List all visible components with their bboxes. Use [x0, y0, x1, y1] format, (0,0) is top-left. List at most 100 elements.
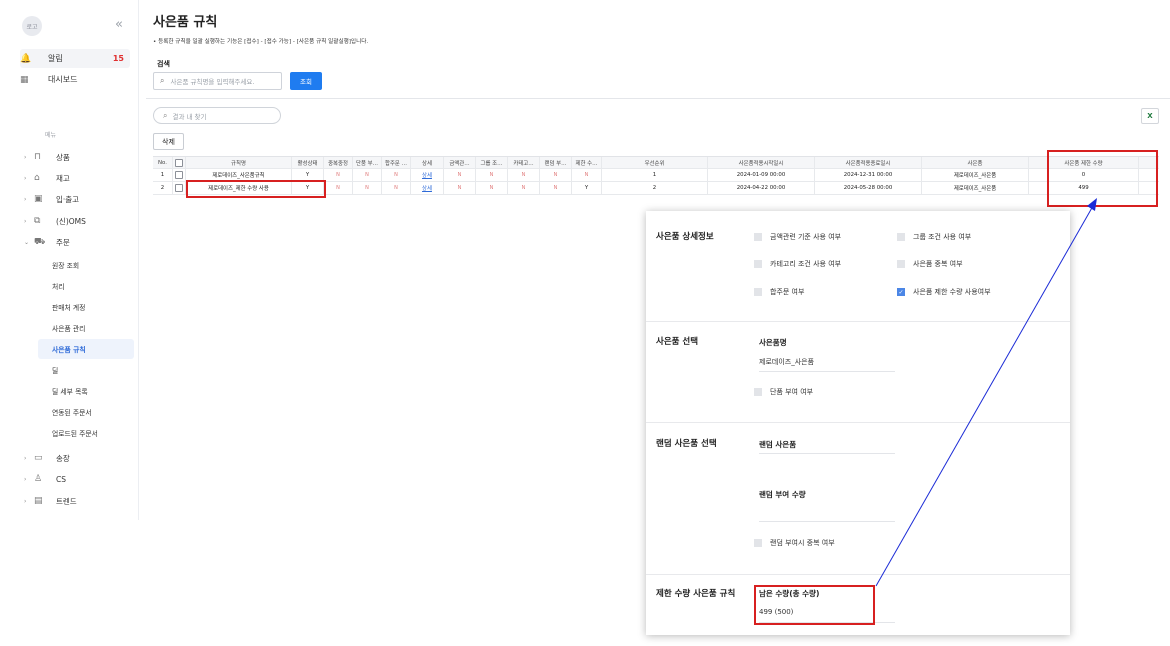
checkbox[interactable]: [754, 388, 762, 396]
chevron-down-icon: ⌄: [24, 238, 30, 246]
cell-combined: N: [382, 182, 411, 194]
column-header-active[interactable]: 활성상태: [292, 157, 324, 168]
section-divider: [146, 98, 1170, 99]
column-header-rule-name[interactable]: 규칙명: [186, 157, 292, 168]
excel-download-button[interactable]: X: [1141, 108, 1159, 124]
cell-select[interactable]: [173, 182, 186, 194]
sidebar-item-uploaded-orders[interactable]: 업로드된 주문서: [38, 423, 134, 443]
sidebar-item-gift-rules[interactable]: 사은품 규칙: [38, 339, 134, 359]
column-header-select[interactable]: [173, 157, 186, 168]
option-random-duplicate[interactable]: 랜덤 부여시 중복 여부: [754, 538, 835, 548]
gift-name-field[interactable]: 제로데이즈_사은품: [759, 357, 814, 367]
column-header-single[interactable]: 단품 부…: [353, 157, 382, 168]
checkbox[interactable]: [754, 539, 762, 547]
cell-priority: 2: [602, 182, 708, 194]
sidebar: 로고 « 🔔 알림 15 ▦ 대시보드 메뉴 › ⊓ 상품 › ⌂ 재고 › ▣…: [0, 0, 139, 520]
checkbox[interactable]: [754, 233, 762, 241]
column-header-no[interactable]: No.: [153, 157, 173, 168]
option-amount-criteria[interactable]: 금액관련 기준 사용 여부: [754, 232, 841, 242]
sidebar-group-products[interactable]: › ⊓ 상품: [24, 150, 70, 164]
cell-group: N: [476, 182, 508, 194]
column-header-limit[interactable]: 제한 수…: [572, 157, 602, 168]
sidebar-item-linked-orders[interactable]: 연동된 주문서: [38, 402, 134, 422]
sidebar-item-deal-details[interactable]: 딜 세부 목록: [38, 381, 134, 401]
detail-link[interactable]: 상세: [411, 182, 444, 194]
option-gift-limit-quantity[interactable]: ✓ 사은품 제한 수량 사용여부: [897, 287, 991, 297]
column-header-amount[interactable]: 금액관…: [444, 157, 476, 168]
section-title-random-gift: 랜덤 사은품 선택: [656, 439, 717, 449]
option-gift-duplicate[interactable]: 사은품 중복 여부: [897, 259, 963, 269]
search-icon: ⌕: [163, 110, 168, 120]
delete-button[interactable]: 삭제: [153, 133, 184, 150]
box-icon: ▣: [34, 194, 43, 204]
random-qty-field[interactable]: [759, 521, 895, 522]
cell-combined: N: [382, 169, 411, 181]
column-header-group[interactable]: 그룹 조…: [476, 157, 508, 168]
sidebar-item-alerts[interactable]: 🔔 알림 15: [20, 49, 130, 68]
sidebar-group-label: 주문: [56, 237, 70, 247]
column-header-duplicate[interactable]: 중복중정: [324, 157, 353, 168]
cell-priority: 1: [602, 169, 708, 181]
sidebar-item-seller-account[interactable]: 판매처 계정: [38, 297, 134, 317]
column-header-category[interactable]: 카테고…: [508, 157, 540, 168]
column-header-combined[interactable]: 합주문 …: [382, 157, 411, 168]
sidebar-item-dashboard[interactable]: ▦ 대시보드: [20, 70, 130, 89]
chevron-right-icon: ›: [24, 475, 27, 483]
search-placeholder: 사은품 규칙명을 입력해주세요.: [170, 78, 255, 86]
cell-start-date: 2024-01-09 00:00: [708, 169, 815, 181]
option-label: 합주문 여부: [770, 288, 805, 296]
sidebar-group-orders[interactable]: ⌄ ⛟ 주문: [24, 235, 70, 249]
checkbox[interactable]: [754, 260, 762, 268]
sidebar-item-process[interactable]: 처리: [38, 276, 134, 296]
column-header-start-date[interactable]: 사은품적용시작일시: [708, 157, 815, 168]
cell-amount: N: [444, 182, 476, 194]
cell-select[interactable]: [173, 169, 186, 181]
cell-category: N: [508, 182, 540, 194]
collapse-sidebar-button[interactable]: «: [115, 17, 123, 32]
column-header-gift[interactable]: 사은품: [922, 157, 1029, 168]
checkbox[interactable]: [754, 288, 762, 296]
checkbox[interactable]: [897, 260, 905, 268]
search-button[interactable]: 조회: [290, 72, 322, 90]
option-group-condition[interactable]: 그룹 조건 사용 여부: [897, 232, 971, 242]
page-title: 사은품 규칙: [153, 15, 218, 30]
sidebar-group-cs[interactable]: › ♙ CS: [24, 472, 66, 486]
checkbox[interactable]: [897, 233, 905, 241]
checkmark-icon[interactable]: ✓: [897, 288, 905, 296]
column-header-detail[interactable]: 상세: [411, 157, 444, 168]
cell-limit: N: [572, 169, 602, 181]
find-placeholder: 결과 내 찾기: [172, 112, 207, 121]
column-header-random[interactable]: 랜덤 부…: [540, 157, 572, 168]
cell-single: N: [353, 182, 382, 194]
select-all-checkbox[interactable]: [175, 158, 183, 167]
sidebar-group-trend[interactable]: › ▤ 트렌드: [24, 494, 77, 508]
sidebar-item-gift-management[interactable]: 사은품 관리: [38, 318, 134, 338]
cell-duplicate: N: [324, 182, 353, 194]
cart-icon: ⛟: [34, 236, 46, 247]
option-category-condition[interactable]: 카테고리 조건 사용 여부: [754, 259, 841, 269]
column-header-priority[interactable]: 우선순위: [602, 157, 708, 168]
find-in-results-input[interactable]: ⌕ 결과 내 찾기: [153, 107, 281, 124]
option-combined-order[interactable]: 합주문 여부: [754, 287, 804, 297]
sidebar-group-label: 송장: [56, 453, 70, 463]
detail-link[interactable]: 상세: [411, 169, 444, 181]
sidebar-group-inventory[interactable]: › ⌂ 재고: [24, 171, 70, 185]
chevron-right-icon: ›: [24, 454, 27, 462]
table-header-row: No. 규칙명 활성상태 중복중정 단품 부… 합주문 … 상세 금액관… 그룹…: [153, 156, 1159, 169]
sidebar-group-invoice[interactable]: › ▭ 송장: [24, 451, 70, 465]
row-checkbox[interactable]: [175, 184, 183, 192]
sidebar-item-ledger[interactable]: 원장 조회: [38, 255, 134, 275]
chevron-right-icon: ›: [24, 153, 27, 161]
row-checkbox[interactable]: [175, 171, 183, 179]
sidebar-group-oms[interactable]: › ⧉ (신)OMS: [24, 214, 86, 228]
random-gift-field[interactable]: [759, 453, 895, 454]
section-title-limit-rule: 제한 수량 사은품 규칙: [656, 589, 736, 599]
column-header-end-date[interactable]: 사은품적용종료일시: [815, 157, 922, 168]
option-single-item[interactable]: 단품 부여 여부: [754, 387, 813, 397]
sidebar-group-in-out[interactable]: › ▣ 입·출고: [24, 192, 79, 206]
option-label: 카테고리 조건 사용 여부: [770, 260, 842, 268]
rule-search-input[interactable]: ⌕ 사은품 규칙명을 입력해주세요.: [153, 72, 282, 90]
warehouse-icon: ⌂: [34, 173, 40, 183]
sidebar-item-deal[interactable]: 딜: [38, 360, 134, 380]
highlight-remaining-quantity: [754, 585, 875, 625]
